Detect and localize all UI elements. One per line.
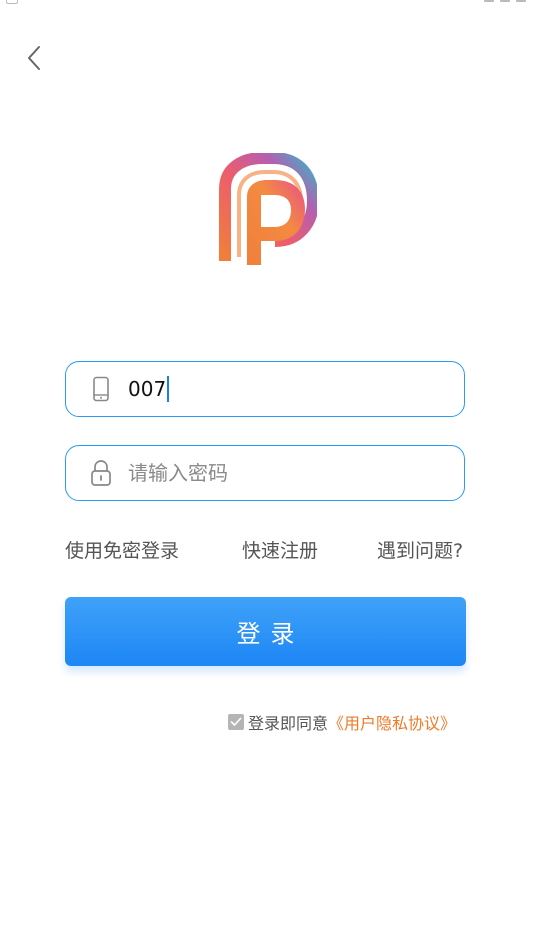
phone-input[interactable]: 007 — [128, 374, 170, 404]
wifi-icon — [500, 0, 510, 2]
sms-login-link[interactable]: 使用免密登录 — [65, 538, 179, 564]
status-icons — [446, 0, 526, 2]
chevron-left-icon — [28, 46, 40, 70]
phone-input-value: 007 — [128, 377, 167, 401]
help-link[interactable]: 遇到问题? — [377, 538, 463, 564]
status-bar — [0, 0, 534, 6]
agreement-text: 登录即同意 — [248, 714, 329, 733]
privacy-policy-link[interactable]: 《用户隐私协议》 — [328, 710, 456, 734]
lock-icon — [90, 459, 112, 487]
agreement-checkbox[interactable] — [228, 714, 244, 730]
agreement-row: 登录即同意 《用户隐私协议》 — [228, 710, 456, 734]
app-logo — [217, 152, 320, 268]
password-field[interactable] — [65, 445, 465, 501]
password-input[interactable] — [128, 458, 448, 488]
phone-field[interactable]: 007 — [65, 361, 465, 417]
phone-icon — [90, 375, 112, 403]
notification-icon — [6, 0, 18, 4]
text-caret — [167, 376, 170, 402]
battery-icon — [516, 0, 526, 2]
signal-icon — [484, 0, 494, 2]
check-icon — [230, 717, 242, 726]
login-button[interactable]: 登录 — [65, 597, 466, 666]
back-button[interactable] — [16, 40, 52, 76]
register-link[interactable]: 快速注册 — [242, 538, 318, 564]
